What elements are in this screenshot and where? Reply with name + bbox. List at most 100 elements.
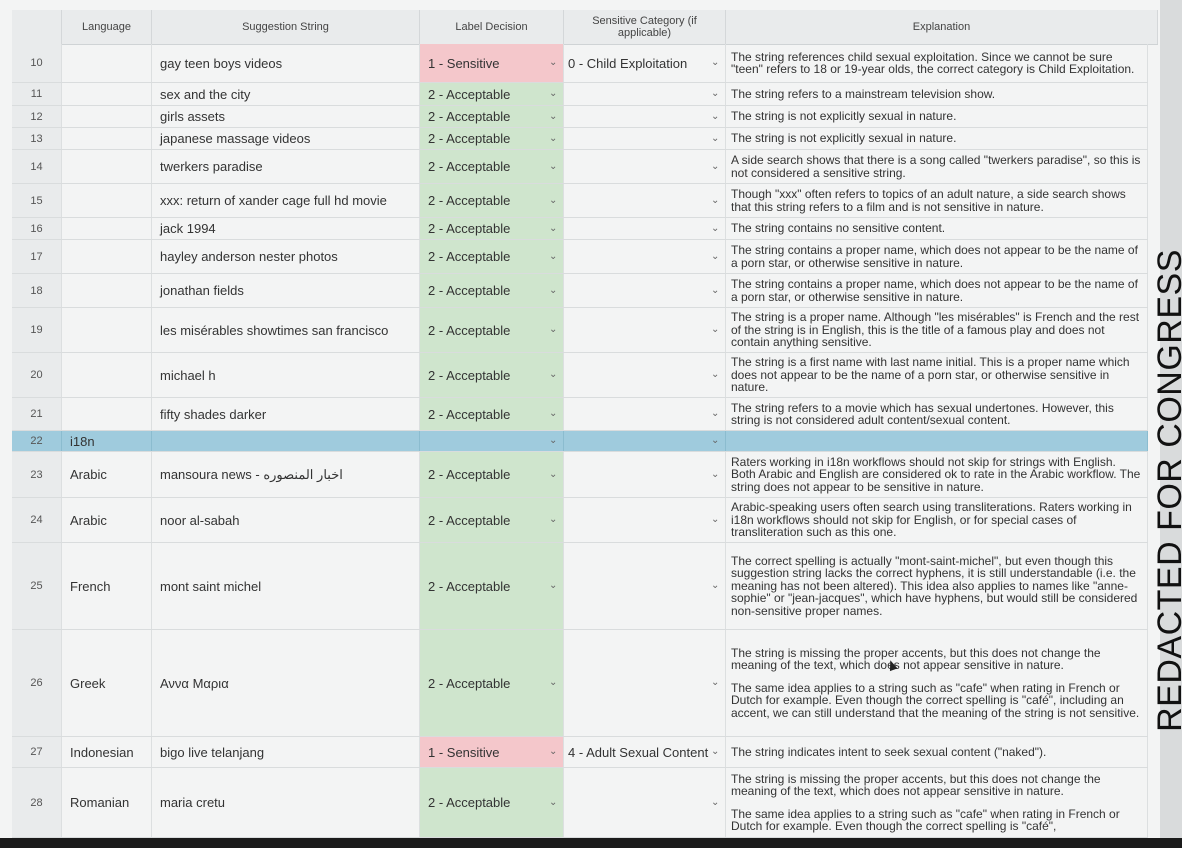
sensitive-category-dropdown[interactable]: ⌄	[564, 308, 726, 352]
sensitive-category-dropdown[interactable]: ⌄	[564, 218, 726, 239]
row-number[interactable]: 23	[12, 452, 62, 497]
label-decision-dropdown[interactable]: 2 - Acceptable ⌄	[420, 106, 564, 127]
suggestion-cell[interactable]: japanese massage videos	[152, 128, 420, 149]
chevron-down-icon[interactable]: ⌄	[711, 251, 719, 263]
chevron-down-icon[interactable]: ⌄	[711, 469, 719, 481]
row-number[interactable]: 26	[12, 630, 62, 736]
table-row[interactable]: 11 sex and the city 2 - Acceptable ⌄ ⌄ The st…	[12, 83, 1148, 106]
sensitive-category-dropdown[interactable]: ⌄	[564, 431, 726, 451]
suggestion-cell[interactable]: noor al-sabah	[152, 498, 420, 542]
label-decision-dropdown[interactable]: 2 - Acceptable ⌄	[420, 274, 564, 307]
explanation-cell[interactable]: A side search shows that there is a song…	[726, 150, 1148, 183]
sensitive-category-dropdown[interactable]: ⌄	[564, 398, 726, 430]
language-cell[interactable]	[62, 308, 152, 352]
explanation-cell[interactable]: The string contains a proper name, which…	[726, 240, 1148, 273]
language-cell[interactable]	[62, 83, 152, 105]
language-cell[interactable]: i18n	[62, 431, 152, 451]
label-decision-dropdown[interactable]: 2 - Acceptable ⌄	[420, 83, 564, 105]
explanation-cell[interactable]	[726, 431, 1148, 451]
table-row[interactable]: 26 Greek Αννα Μαρια 2 - Acceptable ⌄ ⌄ The str…	[12, 630, 1148, 737]
table-row[interactable]: 21 fifty shades darker 2 - Acceptable ⌄ ⌄ The…	[12, 398, 1148, 431]
language-cell[interactable]	[62, 353, 152, 397]
suggestion-cell[interactable]: michael h	[152, 353, 420, 397]
explanation-cell[interactable]: The string refers to a mainstream televi…	[726, 83, 1148, 105]
chevron-down-icon[interactable]: ⌄	[549, 369, 557, 381]
sensitive-category-dropdown[interactable]: ⌄	[564, 353, 726, 397]
label-decision-dropdown[interactable]: ⌄	[420, 431, 564, 451]
language-cell[interactable]: Arabic	[62, 498, 152, 542]
row-number[interactable]: 27	[12, 737, 62, 767]
chevron-down-icon[interactable]: ⌄	[711, 195, 719, 207]
table-row[interactable]: 20 michael h 2 - Acceptable ⌄ ⌄ The string is…	[12, 353, 1148, 398]
sensitive-category-dropdown[interactable]: ⌄	[564, 150, 726, 183]
explanation-cell[interactable]: The string is a first name with last nam…	[726, 353, 1148, 397]
chevron-down-icon[interactable]: ⌄	[711, 111, 719, 123]
chevron-down-icon[interactable]: ⌄	[549, 797, 557, 809]
language-header[interactable]: Language	[62, 10, 152, 44]
table-row[interactable]: 19 les misérables showtimes san francisco…	[12, 308, 1148, 353]
chevron-down-icon[interactable]: ⌄	[549, 223, 557, 235]
chevron-down-icon[interactable]: ⌄	[549, 746, 557, 758]
table-row[interactable]: 28 Romanian maria cretu 2 - Acceptable ⌄ ⌄ The…	[12, 768, 1148, 838]
chevron-down-icon[interactable]: ⌄	[711, 324, 719, 336]
chevron-down-icon[interactable]: ⌄	[549, 88, 557, 100]
chevron-down-icon[interactable]: ⌄	[549, 435, 557, 447]
label-decision-dropdown[interactable]: 1 - Sensitive ⌄	[420, 737, 564, 767]
suggestion-cell[interactable]: les misérables showtimes san francisco	[152, 308, 420, 352]
sensitive-category-dropdown[interactable]: ⌄	[564, 452, 726, 497]
language-cell[interactable]	[62, 274, 152, 307]
chevron-down-icon[interactable]: ⌄	[549, 408, 557, 420]
table-row[interactable]: 13 japanese massage videos 2 - Acceptable ⌄…	[12, 128, 1148, 150]
label-decision-dropdown[interactable]: 2 - Acceptable ⌄	[420, 150, 564, 183]
explanation-cell[interactable]: The string contains no sensitive content…	[726, 218, 1148, 239]
suggestion-cell[interactable]: mont saint michel	[152, 543, 420, 629]
row-number[interactable]: 18	[12, 274, 62, 307]
explanation-cell[interactable]: Arabic-speaking users often search using…	[726, 498, 1148, 542]
table-row[interactable]: 10 gay teen boys videos 1 - Sensitive ⌄ 0 - …	[12, 44, 1148, 83]
chevron-down-icon[interactable]: ⌄	[711, 435, 719, 447]
language-cell[interactable]	[62, 106, 152, 127]
suggestion-cell[interactable]: jack 1994	[152, 218, 420, 239]
explanation-cell[interactable]: The string indicates intent to seek sexu…	[726, 737, 1148, 767]
explanation-cell[interactable]: The string references child sexual explo…	[726, 44, 1148, 82]
row-number[interactable]: 28	[12, 768, 62, 837]
label-decision-dropdown[interactable]: 2 - Acceptable ⌄	[420, 630, 564, 736]
suggestion-cell[interactable]	[152, 431, 420, 451]
suggestion-cell[interactable]: اخبار المنصوره - mansoura news	[152, 452, 420, 497]
chevron-down-icon[interactable]: ⌄	[549, 324, 557, 336]
sensitive-category-dropdown[interactable]: ⌄	[564, 274, 726, 307]
chevron-down-icon[interactable]: ⌄	[711, 223, 719, 235]
explanation-cell[interactable]: The string is not explicitly sexual in n…	[726, 106, 1148, 127]
suggestion-header[interactable]: Suggestion String	[152, 10, 420, 44]
sensitive-category-dropdown[interactable]: ⌄	[564, 83, 726, 105]
label-decision-dropdown[interactable]: 2 - Acceptable ⌄	[420, 240, 564, 273]
suggestion-cell[interactable]: sex and the city	[152, 83, 420, 105]
label-decision-dropdown[interactable]: 2 - Acceptable ⌄	[420, 768, 564, 837]
chevron-down-icon[interactable]: ⌄	[549, 469, 557, 481]
chevron-down-icon[interactable]: ⌄	[549, 285, 557, 297]
table-row[interactable]: 25 French mont saint michel 2 - Acceptable ⌄…	[12, 543, 1148, 630]
suggestion-cell[interactable]: hayley anderson nester photos	[152, 240, 420, 273]
language-cell[interactable]: Arabic	[62, 452, 152, 497]
suggestion-cell[interactable]: xxx: return of xander cage full hd movie	[152, 184, 420, 217]
explanation-cell[interactable]: The string is missing the proper accents…	[726, 630, 1148, 736]
label-decision-dropdown[interactable]: 2 - Acceptable ⌄	[420, 498, 564, 542]
language-cell[interactable]: Greek	[62, 630, 152, 736]
sensitive-category-dropdown[interactable]: ⌄	[564, 240, 726, 273]
sensitive-category-dropdown[interactable]: ⌄	[564, 128, 726, 149]
suggestion-cell[interactable]: gay teen boys videos	[152, 44, 420, 82]
table-row[interactable]: 27 Indonesian bigo live telanjang 1 - Sensi…	[12, 737, 1148, 768]
label-decision-dropdown[interactable]: 2 - Acceptable ⌄	[420, 353, 564, 397]
suggestion-cell[interactable]: girls assets	[152, 106, 420, 127]
explanation-cell[interactable]: The string contains a proper name, which…	[726, 274, 1148, 307]
chevron-down-icon[interactable]: ⌄	[711, 746, 719, 758]
explanation-cell[interactable]: The string is not explicitly sexual in n…	[726, 128, 1148, 149]
sensitive-category-dropdown[interactable]: ⌄	[564, 184, 726, 217]
row-number[interactable]: 25	[12, 543, 62, 629]
label-decision-dropdown[interactable]: 1 - Sensitive ⌄	[420, 44, 564, 82]
row-number[interactable]: 22	[12, 431, 62, 451]
suggestion-cell[interactable]: Αννα Μαρια	[152, 630, 420, 736]
row-number[interactable]: 21	[12, 398, 62, 430]
label-decision-dropdown[interactable]: 2 - Acceptable ⌄	[420, 218, 564, 239]
chevron-down-icon[interactable]: ⌄	[711, 369, 719, 381]
